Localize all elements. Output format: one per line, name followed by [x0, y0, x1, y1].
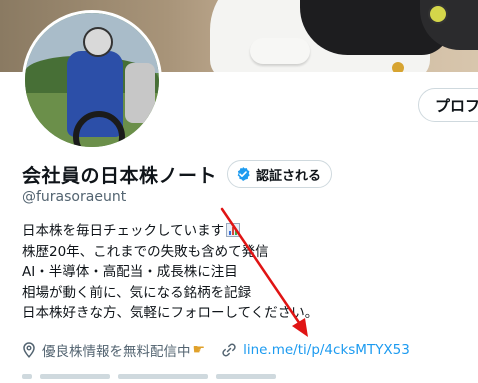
- banner-cat-paw: [250, 38, 310, 64]
- location-pin-icon: [23, 342, 35, 358]
- name-row: 会社員の日本株ノート 認証される: [22, 159, 333, 189]
- location-text: 優良株情報を無料配信中: [42, 344, 191, 360]
- display-name: 会社員の日本株ノート: [22, 164, 218, 187]
- bar-chart-icon: [226, 223, 241, 237]
- profile-link[interactable]: line.me/ti/p/4cksMTYX53: [243, 342, 410, 358]
- bio-line-text: 日本株を毎日チェックしています: [22, 223, 225, 239]
- bio-line: AI・半導体・高配当・成長株に注目: [22, 264, 238, 280]
- avatar[interactable]: [22, 10, 162, 150]
- avatar-rider-helmet: [83, 27, 113, 57]
- bio-line: 日本株を毎日チェックしています: [22, 221, 318, 242]
- cut-off-meta-row: [22, 364, 422, 379]
- bio-line: 株歴20年、これまでの失敗も含めて発信: [22, 243, 269, 260]
- verified-badge-icon: [237, 167, 250, 181]
- pointing-hand-icon: ☛: [192, 342, 206, 358]
- bio: 日本株を毎日チェックしています 株歴20年、これまでの失敗も含めて発信 AI・半…: [22, 221, 318, 324]
- bio-line: 日本株好きな方、気軽にフォローしてください。: [22, 305, 319, 321]
- verify-label: 認証される: [256, 168, 322, 184]
- bio-line: 相場が動く前に、気になる銘柄を記録: [22, 284, 252, 301]
- banner-cat-eye: [428, 4, 448, 24]
- user-handle: @furasoraeunt: [22, 189, 127, 205]
- profile-edit-button[interactable]: プロフ: [418, 88, 478, 122]
- link-icon: [222, 343, 236, 357]
- verify-button[interactable]: 認証される: [227, 160, 333, 188]
- avatar-second-bike: [125, 63, 155, 123]
- banner-cat-bell: [392, 62, 404, 72]
- profile-meta-row: 優良株情報を無料配信中 ☛ line.me/ti/p/4cksMTYX53: [22, 340, 410, 360]
